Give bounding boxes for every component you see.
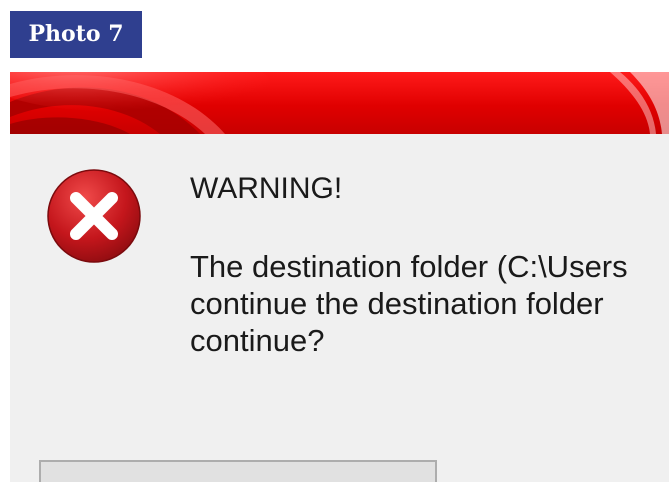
message-line: The destination folder (C:\Users (190, 249, 628, 284)
error-x-icon (47, 169, 141, 263)
header-banner (10, 72, 669, 134)
dialog-heading: WARNING! (190, 172, 343, 205)
dialog-message: The destination folder (C:\Users continu… (190, 248, 669, 359)
banner-swoosh-graphic (10, 72, 669, 134)
message-line: continue? (190, 323, 325, 358)
dialog-button[interactable] (39, 460, 437, 482)
screenshot: k Photo 7 (0, 0, 669, 482)
photo-label: Photo 7 (10, 11, 142, 58)
message-line: continue the destination folder (190, 286, 604, 321)
